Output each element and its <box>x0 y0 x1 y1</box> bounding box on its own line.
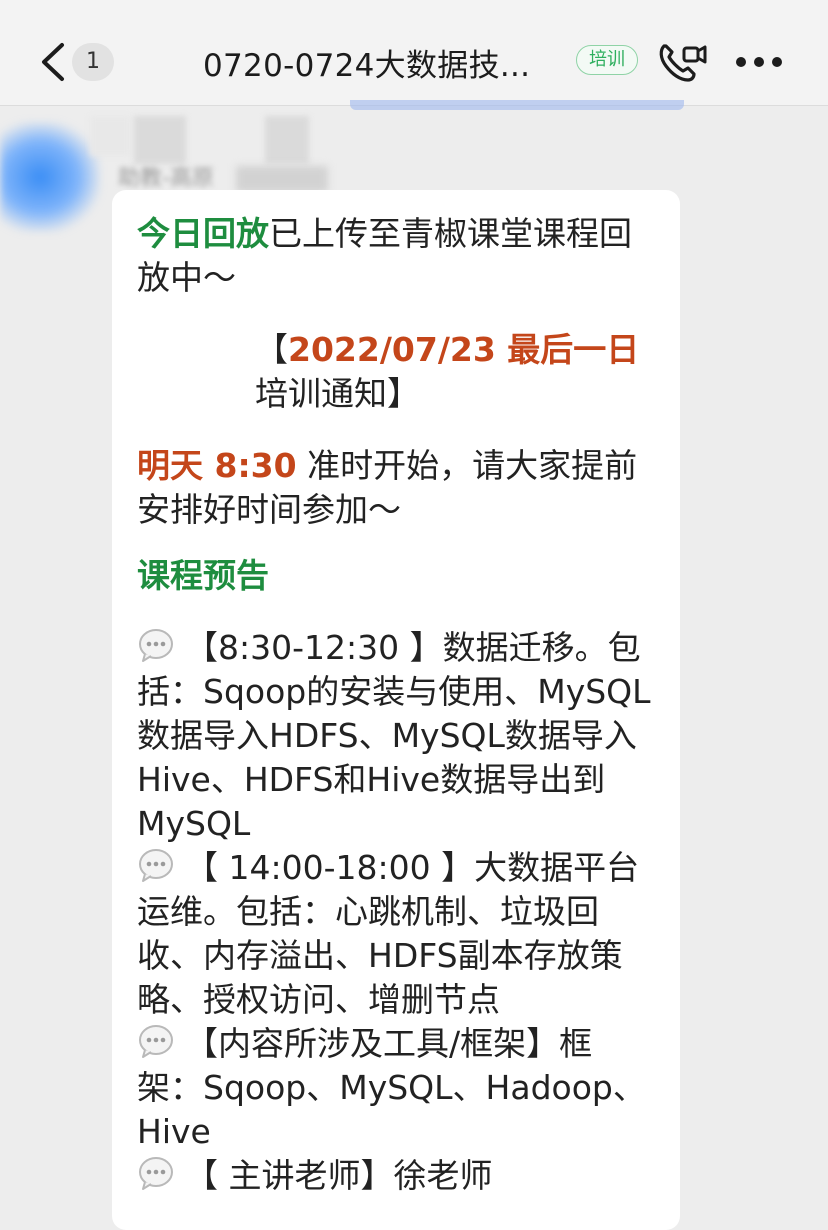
list-item: 【内容所涉及工具/框架】框架：Sqoop、MySQL、Hadoop、Hive <box>137 1022 657 1154</box>
speech-bubble-icon <box>139 1157 173 1190</box>
list-item-text: 【 主讲老师】徐老师 <box>185 1156 493 1195</box>
replay-notice: 今日回放已上传至青椒课堂课程回放中～ <box>137 212 657 300</box>
pinned-banner-edge <box>350 100 684 110</box>
blurred-name-block <box>265 116 309 164</box>
blurred-name-block <box>134 116 186 164</box>
blurred-name-block <box>90 116 130 156</box>
back-arrow-icon[interactable] <box>38 42 68 82</box>
group-tag: 培训 <box>576 45 638 75</box>
replay-highlight: 今日回放 <box>137 214 269 253</box>
list-item-text: 【8:30-12:30 】数据迁移。包括：Sqoop的安装与使用、MySQL数据… <box>137 628 651 843</box>
chat-header: 1 0720-0724大数据技... 培训 <box>0 0 828 106</box>
unread-badge[interactable]: 1 <box>72 43 114 81</box>
chat-title[interactable]: 0720-0724大数据技... <box>203 40 530 85</box>
notice-bracket: 【 <box>255 330 288 369</box>
list-item: 【 主讲老师】徐老师 <box>137 1154 657 1198</box>
speech-bubble-icon <box>139 629 173 662</box>
sender-name: 助教-高原 <box>118 166 214 191</box>
list-item-text: 【 14:00-18:00 】大数据平台运维。包括：心跳机制、垃圾回收、内存溢出… <box>137 848 640 1019</box>
more-options-icon[interactable] <box>735 55 783 69</box>
notice-heading: 【2022/07/23 最后一日培训通知】 <box>137 328 657 416</box>
list-item-text: 【内容所涉及工具/框架】框架：Sqoop、MySQL、Hadoop、Hive <box>137 1024 646 1151</box>
blurred-name-block <box>236 166 328 192</box>
notice-date: 2022/07/23 最后一日 <box>288 330 640 369</box>
start-time: 明天 8:30 <box>137 446 297 485</box>
list-item: 【8:30-12:30 】数据迁移。包括：Sqoop的安装与使用、MySQL数据… <box>137 626 657 846</box>
speech-bubble-icon <box>139 849 173 882</box>
notice-text: 培训通知】 <box>255 374 420 413</box>
list-item: 【 14:00-18:00 】大数据平台运维。包括：心跳机制、垃圾回收、内存溢出… <box>137 846 657 1022</box>
message-text: 今日回放已上传至青椒课堂课程回放中～ 【2022/07/23 最后一日培训通知】… <box>137 212 657 1198</box>
speech-bubble-icon <box>139 1025 173 1058</box>
start-time-line: 明天 8:30 准时开始，请大家提前安排好时间参加～ <box>137 444 657 532</box>
voice-call-icon[interactable] <box>656 40 708 84</box>
preview-title: 课程预告 <box>137 556 269 595</box>
avatar[interactable] <box>0 112 100 242</box>
